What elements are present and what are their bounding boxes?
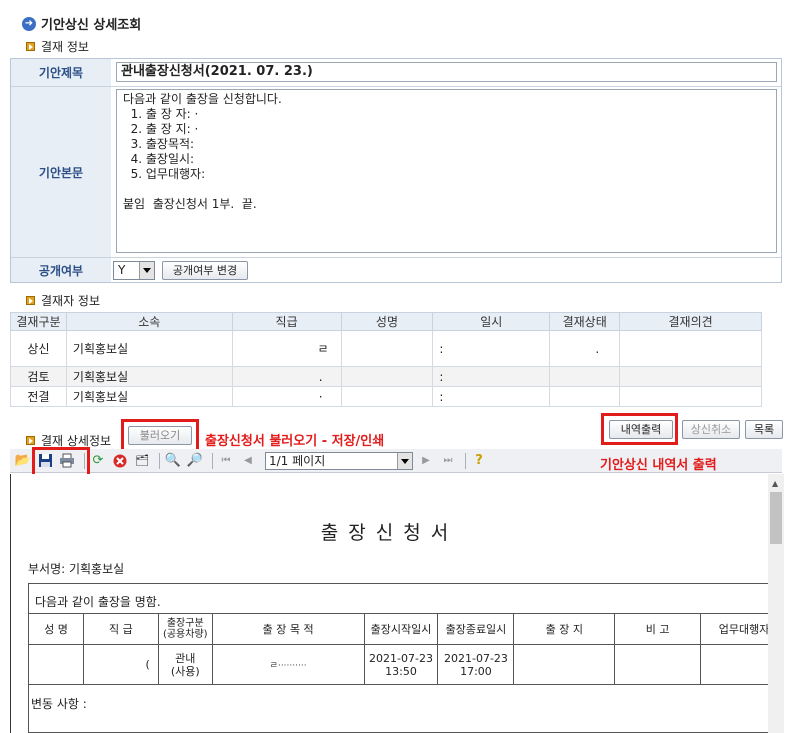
approver-info-heading: 결재자 정보 [26, 292, 100, 309]
col-header: 직급 [231, 312, 342, 331]
table-row: 상신 기획홍보실 ㄹ : . [10, 330, 762, 367]
highlight-box [601, 413, 678, 445]
cancel-submission-button[interactable]: 상신취소 [682, 420, 740, 439]
public-label: 공개여부 [11, 258, 111, 282]
approver-table: 결재구분 소속 직급 성명 일시 결재상태 결재의견 상신 기획홍보실 ㄹ : … [10, 312, 762, 407]
col-header: 일시 [432, 312, 551, 331]
prev-page-icon[interactable]: ◀ [239, 452, 257, 470]
list-button[interactable]: 목록 [745, 420, 783, 439]
col-header: 성명 [340, 312, 434, 331]
page-select[interactable]: 1/1 페이지 [265, 451, 413, 470]
body-textarea[interactable]: 다음과 같이 출장을 신청합니다. 1. 출 장 자: · 2. 출 장 지: … [116, 89, 777, 253]
chevron-down-icon[interactable] [139, 262, 154, 279]
report-intro: 다음과 같이 출장을 명함. [28, 583, 768, 613]
close-icon[interactable] [111, 452, 129, 470]
chevron-down-icon[interactable] [397, 452, 412, 469]
title-label: 기안제목 [11, 59, 111, 86]
next-page-icon[interactable]: ▶ [417, 452, 435, 470]
approval-info-box: 기안제목 관내출장신청서(2021. 07. 23.) 기안본문 다음과 같이 … [10, 58, 782, 283]
first-page-icon[interactable]: ⏮ [217, 452, 235, 470]
public-select[interactable]: Y [113, 261, 155, 280]
report-changes: 변동 사항 : [28, 685, 768, 733]
report-scrollbar[interactable]: ▲ [768, 474, 784, 733]
refresh-icon[interactable]: ⟳ [89, 452, 107, 470]
page-title-text: 기안상신 상세조회 [41, 18, 142, 33]
table-row: 전결 기획홍보실 · : [10, 386, 762, 407]
print-annotation: 기안상신 내역서 출력 [600, 458, 717, 473]
section-bullet-icon [26, 296, 35, 305]
report-table: 성 명 직 급 출장구분 (공용차량) 출 장 목 적 출장시작일시 출장종료일… [28, 613, 768, 685]
arrow-circle-icon: ➜ [22, 16, 36, 31]
folder-open-icon[interactable]: 📂 [14, 452, 32, 470]
title-input[interactable]: 관내출장신청서(2021. 07. 23.) [116, 62, 777, 82]
col-header: 결재상태 [549, 312, 621, 331]
report-dept: 부서명: 기획홍보실 [28, 562, 125, 576]
highlight-box [121, 419, 199, 452]
help-icon[interactable]: ? [470, 452, 488, 470]
zoom-in-icon[interactable]: 🔎 [186, 452, 204, 470]
section-bullet-icon [26, 436, 35, 445]
last-page-icon[interactable]: ⏭ [439, 452, 457, 470]
page-title: ➜ 기안상신 상세조회 [22, 14, 141, 33]
table-row: 검토 기획홍보실 . : [10, 366, 762, 387]
load-annotation: 출장신청서 불러오기 - 저장/인쇄 [205, 434, 385, 449]
scroll-thumb[interactable] [770, 492, 782, 544]
section-bullet-icon [26, 42, 35, 51]
title-cell: 관내출장신청서(2021. 07. 23.) [112, 59, 781, 86]
scroll-up-icon[interactable]: ▲ [772, 479, 778, 488]
body-label: 기안본문 [11, 87, 111, 257]
col-header: 소속 [65, 312, 233, 331]
tree-icon[interactable]: 🗂 [133, 452, 151, 470]
report-title: 출장신청서 [320, 522, 459, 544]
col-header: 결재구분 [10, 312, 67, 331]
report-viewer: 출장신청서 부서명: 기획홍보실 다음과 같이 출장을 명함. 성 명 직 급 … [10, 474, 768, 733]
zoom-out-icon[interactable]: 🔍 [164, 452, 182, 470]
approval-info-heading: 결재 정보 [26, 38, 89, 55]
col-header: 결재의견 [619, 312, 762, 331]
public-change-button[interactable]: 공개여부 변경 [162, 261, 248, 280]
body-cell: 다음과 같이 출장을 신청합니다. 1. 출 장 자: · 2. 출 장 지: … [112, 87, 781, 257]
